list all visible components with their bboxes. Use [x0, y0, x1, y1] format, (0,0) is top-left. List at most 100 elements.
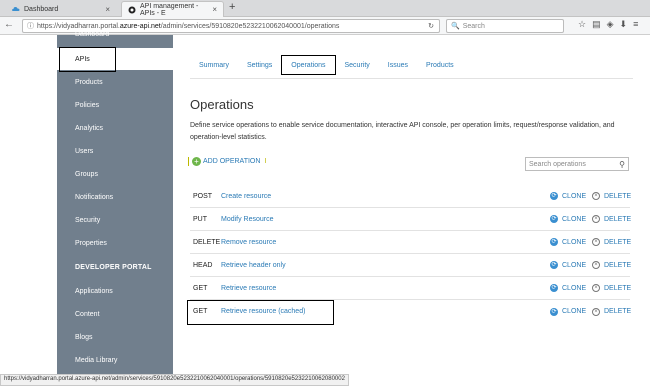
sidebar: Dashboard APIs Products Policies Analyti… — [57, 31, 173, 375]
clone-icon: ⟳ — [550, 307, 558, 316]
status-bar: https://vidyadharran.portal.azure-api.ne… — [0, 374, 349, 386]
operation-row: PUT Modify Resource ⟳ CLONE × DELETE — [190, 208, 631, 231]
clone-label: CLONE — [562, 238, 587, 246]
tab-operations[interactable]: Operations — [281, 55, 336, 75]
clone-label: CLONE — [562, 284, 587, 292]
highlight-box-cached-operation — [187, 300, 334, 325]
operation-row: HEAD Retrieve header only ⟳ CLONE × DELETE — [190, 254, 631, 277]
delete-button[interactable]: × DELETE — [592, 192, 631, 200]
delete-icon: × — [592, 307, 600, 316]
search-operations-placeholder: Search operations — [529, 160, 586, 168]
add-operation-button[interactable]: + ADD OPERATION I — [188, 157, 266, 166]
sidebar-section-developer-portal: DEVELOPER PORTAL — [75, 263, 152, 271]
download-icon[interactable]: ⬇ — [620, 19, 634, 29]
clone-button[interactable]: ⟳ CLONE — [550, 307, 586, 316]
plus-icon: + — [192, 157, 201, 166]
delete-button[interactable]: × DELETE — [592, 307, 632, 316]
delete-button[interactable]: × DELETE — [592, 238, 631, 246]
info-icon: ⓘ — [27, 23, 34, 30]
cloud-icon — [12, 5, 20, 13]
reading-list-icon[interactable]: ▤ — [592, 19, 607, 29]
clone-button[interactable]: ⟳ CLONE — [550, 192, 586, 200]
tab-settings[interactable]: Settings — [238, 55, 281, 75]
tabs-divider — [190, 78, 633, 79]
browser-search-input[interactable]: 🔍 Search — [446, 19, 564, 33]
delete-button[interactable]: × DELETE — [592, 215, 631, 223]
page-description: Define service operations to enable serv… — [190, 122, 615, 141]
toolbar-icons: ☆▤◈⬇≡ — [578, 19, 644, 30]
delete-icon: × — [592, 215, 600, 223]
close-icon[interactable]: × — [105, 5, 110, 14]
clone-icon: ⟳ — [550, 192, 558, 200]
new-tab-button[interactable]: + — [229, 1, 235, 13]
clone-icon: ⟳ — [550, 238, 558, 246]
tab-security[interactable]: Security — [336, 55, 379, 75]
clone-button[interactable]: ⟳ CLONE — [550, 261, 586, 269]
sidebar-item-policies[interactable]: Policies — [57, 94, 173, 116]
sidebar-item-applications[interactable]: Applications — [57, 280, 173, 302]
clone-button[interactable]: ⟳ CLONE — [550, 238, 586, 246]
tab-issues[interactable]: Issues — [379, 55, 417, 75]
operation-name-link[interactable]: Modify Resource — [221, 216, 274, 223]
sidebar-item-users[interactable]: Users — [57, 140, 173, 162]
browser-search-placeholder: Search — [462, 22, 485, 30]
tab-summary[interactable]: Summary — [190, 55, 238, 75]
reload-icon[interactable]: ↻ — [428, 22, 434, 30]
delete-label: DELETE — [604, 261, 632, 269]
clone-icon: ⟳ — [550, 284, 558, 292]
clone-button[interactable]: ⟳ CLONE — [550, 215, 586, 223]
browser-tab-label: Dashboard — [24, 5, 59, 13]
sidebar-item-content[interactable]: Content — [57, 303, 173, 325]
browser-tabbar: Dashboard × API management - APIs - E × … — [0, 0, 650, 17]
clone-icon: ⟳ — [550, 215, 558, 223]
search-icon: 🔍 — [451, 23, 460, 30]
delete-label: DELETE — [604, 192, 632, 200]
delete-button[interactable]: × DELETE — [592, 284, 631, 292]
sidebar-item-groups[interactable]: Groups — [57, 163, 173, 185]
operation-verb: POST — [193, 192, 213, 200]
operation-verb: HEAD — [193, 261, 213, 269]
sidebar-item-products[interactable]: Products — [57, 71, 173, 93]
delete-label: DELETE — [604, 215, 632, 223]
operation-name-link[interactable]: Retrieve header only — [221, 262, 286, 269]
clone-button[interactable]: ⟳ CLONE — [550, 284, 586, 292]
delete-icon: × — [592, 261, 600, 269]
sidebar-item-notifications[interactable]: Notifications — [57, 186, 173, 208]
delete-icon: × — [592, 192, 600, 200]
search-operations-input[interactable]: Search operations ⚲ — [525, 157, 629, 171]
operation-name-link[interactable]: Remove resource — [221, 239, 276, 246]
shield-icon[interactable]: ◈ — [607, 19, 620, 29]
operation-verb: PUT — [193, 215, 207, 223]
delete-button[interactable]: × DELETE — [592, 261, 631, 269]
sidebar-item-blogs[interactable]: Blogs — [57, 326, 173, 348]
url-path: /admin/services/5910820e5232210062040001… — [160, 22, 340, 30]
menu-icon[interactable]: ≡ — [633, 19, 644, 29]
sidebar-item-properties[interactable]: Properties — [57, 232, 173, 254]
operation-row: DELETE Remove resource ⟳ CLONE × DELETE — [190, 231, 631, 254]
back-icon[interactable]: ← — [4, 19, 14, 30]
azure-icon — [128, 6, 136, 14]
sidebar-item-dashboard[interactable]: Dashboard — [57, 26, 173, 42]
star-icon[interactable]: ☆ — [578, 19, 592, 29]
browser-tab-api-management[interactable]: API management - APIs - E × — [121, 1, 224, 17]
sidebar-item-analytics[interactable]: Analytics — [57, 117, 173, 139]
add-operation-label: ADD OPERATION — [203, 158, 261, 165]
delete-icon: × — [592, 238, 600, 246]
clone-label: CLONE — [562, 192, 587, 200]
close-icon[interactable]: × — [212, 5, 217, 14]
text-cursor-icon: I — [264, 158, 267, 165]
api-tabs: Summary Settings Operations Security Iss… — [190, 55, 463, 75]
delete-icon: × — [592, 284, 600, 292]
browser-tab-dashboard[interactable]: Dashboard × — [6, 1, 116, 17]
delete-label: DELETE — [604, 308, 632, 315]
operation-name-link[interactable]: Create resource — [221, 193, 271, 200]
page-title: Operations — [190, 97, 254, 112]
operation-row: POST Create resource ⟳ CLONE × DELETE — [190, 185, 631, 208]
tab-products[interactable]: Products — [417, 55, 463, 75]
sidebar-item-security[interactable]: Security — [57, 209, 173, 231]
highlight-box-apis — [59, 47, 116, 72]
operation-row: GET Retrieve resource ⟳ CLONE × DELETE — [190, 277, 631, 300]
operation-name-link[interactable]: Retrieve resource — [221, 285, 276, 292]
clone-label: CLONE — [562, 215, 587, 223]
sidebar-item-media-library[interactable]: Media Library — [57, 349, 173, 371]
